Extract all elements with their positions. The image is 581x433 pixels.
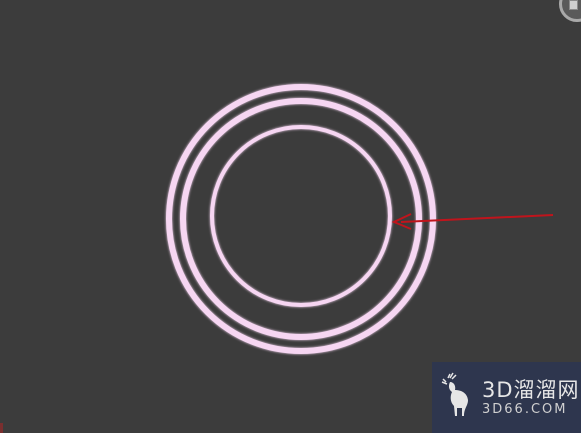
watermark-url: 3D66.COM bbox=[482, 401, 568, 417]
axis-indicator bbox=[0, 423, 3, 433]
watermark: 3D溜溜网 3D66.COM bbox=[432, 362, 581, 433]
watermark-text: 3D溜溜网 3D66.COM bbox=[482, 378, 580, 418]
watermark-brand: 3D溜溜网 bbox=[482, 377, 580, 402]
deer-icon bbox=[441, 372, 468, 416]
viewcube-face[interactable] bbox=[569, 0, 578, 10]
middle-ring[interactable] bbox=[180, 98, 422, 340]
inner-ring[interactable] bbox=[210, 125, 392, 307]
viewport[interactable]: 3D溜溜网 3D66.COM bbox=[0, 0, 581, 433]
